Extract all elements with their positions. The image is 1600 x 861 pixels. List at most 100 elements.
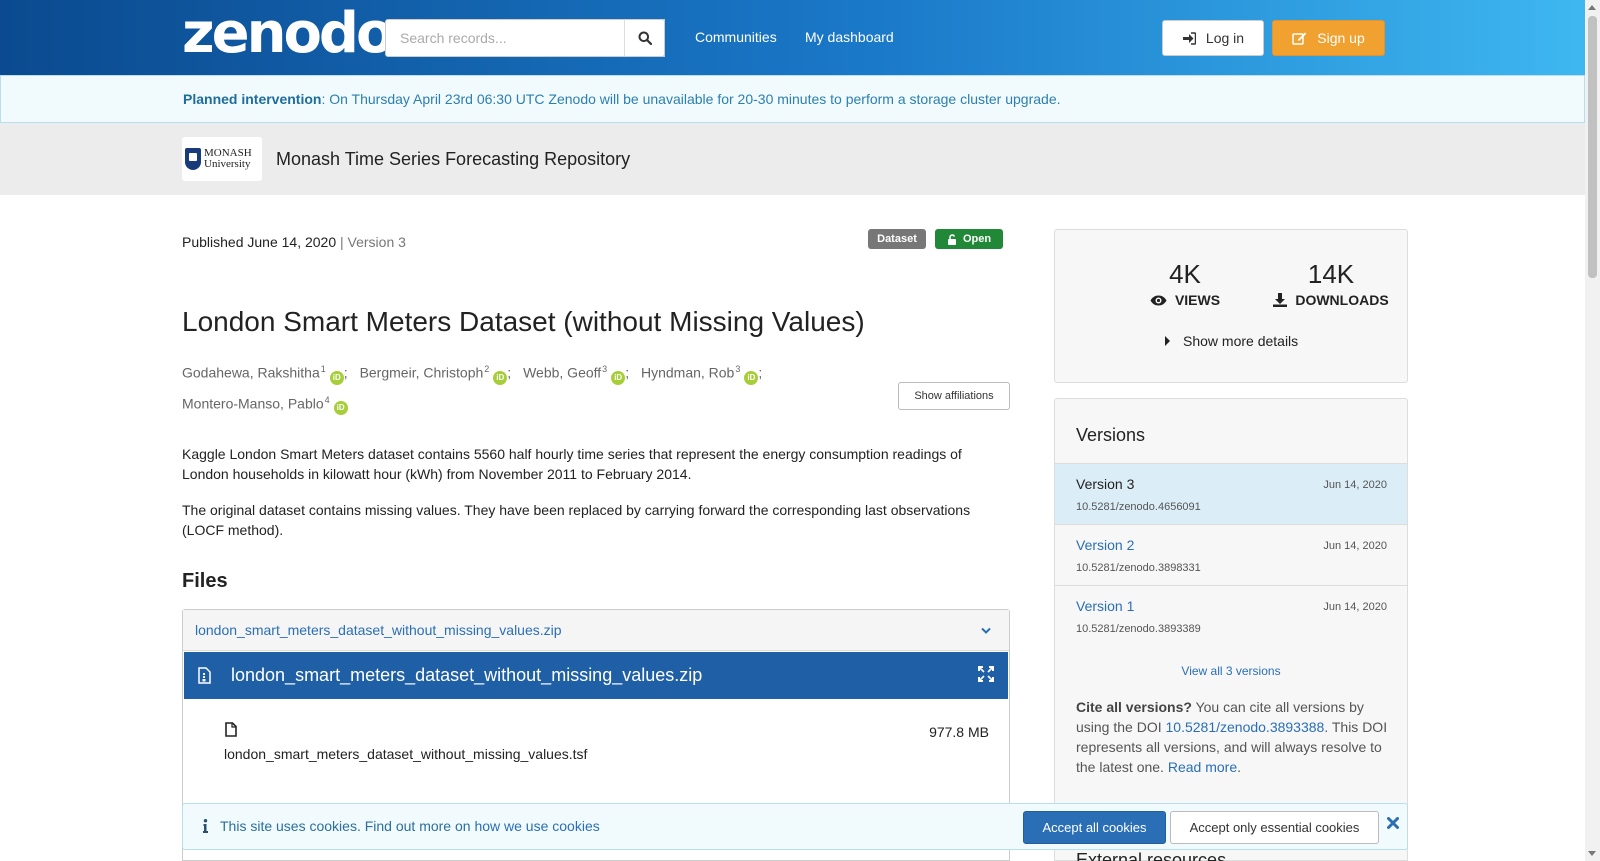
files-heading: Files <box>182 570 228 592</box>
versions-panel: Versions Version 3 Jun 14, 2020 10.5281/… <box>1054 398 1408 861</box>
version-name[interactable]: Version 1 <box>1076 598 1134 614</box>
resource-type-label: Dataset <box>877 233 917 245</box>
creator-name[interactable]: Webb, Geoff <box>523 365 601 381</box>
file-preview-header: london_smart_meters_dataset_without_miss… <box>184 652 1008 699</box>
community-title[interactable]: Monash Time Series Forecasting Repositor… <box>276 149 630 170</box>
banner-bold: Planned intervention <box>183 91 322 107</box>
external-resources-heading: External resources <box>1076 850 1227 861</box>
orcid-icon[interactable]: iD <box>329 370 344 385</box>
version-item[interactable]: Version 3 Jun 14, 2020 10.5281/zenodo.46… <box>1055 463 1407 524</box>
monash-seal-icon <box>185 148 201 170</box>
orcid-icon[interactable]: iD <box>333 401 348 416</box>
cookie-consent-bar: This site uses cookies. Find out more on… <box>182 803 1408 850</box>
files-accordion-header[interactable]: london_smart_meters_dataset_without_miss… <box>183 610 1009 651</box>
show-affiliations-button[interactable]: Show affiliations <box>898 382 1010 410</box>
banner-text: : On Thursday April 23rd 06:30 UTC Zenod… <box>321 91 1061 107</box>
creator: Bergmeir, Christoph2iD; <box>360 356 511 387</box>
close-icon[interactable] <box>1387 816 1399 834</box>
creator: Webb, Geoff3iD; <box>523 356 629 387</box>
accept-essential-cookies-button[interactable]: Accept only essential cookies <box>1170 811 1379 844</box>
archive-name: london_smart_meters_dataset_without_miss… <box>195 622 562 638</box>
version-item[interactable]: Version 2 Jun 14, 2020 10.5281/zenodo.38… <box>1055 524 1407 585</box>
cite-text: . <box>1237 759 1241 775</box>
description-paragraph: Kaggle London Smart Meters dataset conta… <box>182 446 962 482</box>
creator-name[interactable]: Hyndman, Rob <box>641 365 734 381</box>
site-header: zenodo Communities My dashboard Log in S… <box>0 0 1585 75</box>
more-details-label: Show more details <box>1183 333 1299 349</box>
search-button[interactable] <box>624 19 665 57</box>
affiliation-number: 4 <box>324 394 330 405</box>
views-stat: 4K VIEWS <box>1110 260 1260 308</box>
stats-panel: 4K VIEWS 14K DOWNLOADS Show more details <box>1054 229 1408 383</box>
community-logo-text: MONASH University <box>204 148 252 170</box>
view-all-versions-link[interactable]: View all 3 versions <box>1055 664 1407 678</box>
creator-name[interactable]: Bergmeir, Christoph <box>360 365 484 381</box>
scrollbar-thumb[interactable] <box>1588 16 1597 278</box>
version-item[interactable]: Version 1 Jun 14, 2020 10.5281/zenodo.38… <box>1055 585 1407 646</box>
archive-file-icon <box>198 667 211 684</box>
login-button[interactable]: Log in <box>1162 20 1264 56</box>
unlock-icon <box>947 233 956 245</box>
file-size: 977.8 MB <box>929 724 989 740</box>
resource-type-badge: Dataset <box>868 229 926 249</box>
scroll-up-arrow-icon[interactable] <box>1588 5 1596 10</box>
read-more-link[interactable]: Read more <box>1168 759 1237 775</box>
versions-heading: Versions <box>1076 425 1146 445</box>
scroll-down-arrow-icon[interactable] <box>1588 851 1596 856</box>
version-date: Jun 14, 2020 <box>1323 601 1387 613</box>
access-badge: Open <box>935 229 1003 249</box>
record-version: Version 3 <box>347 234 406 250</box>
zenodo-logo[interactable]: zenodo <box>182 6 394 62</box>
published-date: Published June 14, 2020 <box>182 234 337 250</box>
accept-all-cookies-button[interactable]: Accept all cookies <box>1023 811 1166 844</box>
views-count: 4K <box>1169 259 1201 289</box>
eye-icon <box>1150 295 1167 305</box>
views-label: VIEWS <box>1174 292 1221 308</box>
concept-doi-link[interactable]: 10.5281/zenodo.3893388 <box>1166 719 1325 735</box>
chevron-down-icon <box>981 610 991 650</box>
cite-all-bold: Cite all versions? <box>1076 699 1192 715</box>
publication-info: Published June 14, 2020 | Version 3 <box>182 234 406 250</box>
version-doi: 10.5281/zenodo.3898331 <box>1076 562 1201 574</box>
downloads-stat: 14K DOWNLOADS <box>1256 260 1406 308</box>
search-input[interactable] <box>386 20 664 56</box>
version-name: Version 3 <box>1076 476 1135 492</box>
show-more-details-toggle[interactable]: Show more details <box>1165 333 1298 349</box>
download-icon <box>1273 293 1288 307</box>
orcid-icon[interactable]: iD <box>493 370 508 385</box>
affiliation-number: 1 <box>320 364 326 374</box>
affiliation-number: 3 <box>735 364 741 374</box>
cookie-message: This site uses cookies. Find out more on… <box>203 818 600 834</box>
orcid-icon[interactable]: iD <box>611 370 626 385</box>
creator: Godahewa, Rakshitha1iD; <box>182 356 348 387</box>
creator: Montero-Manso, Pablo4iD <box>182 387 348 418</box>
fullscreen-icon[interactable] <box>978 666 994 687</box>
creator-name[interactable]: Montero-Manso, Pablo <box>182 395 324 411</box>
signup-button[interactable]: Sign up <box>1272 20 1385 56</box>
version-date: Jun 14, 2020 <box>1323 479 1387 491</box>
orcid-icon[interactable]: iD <box>744 370 759 385</box>
file-icon <box>225 722 237 740</box>
version-date: Jun 14, 2020 <box>1323 540 1387 552</box>
cookie-policy-link[interactable]: how we use cookies <box>474 818 599 834</box>
access-label: Open <box>962 233 992 245</box>
community-logo-line2: University <box>204 158 251 170</box>
creator-name[interactable]: Godahewa, Rakshitha <box>182 365 320 381</box>
creator: Hyndman, Rob3iD; <box>641 356 762 387</box>
maintenance-banner: Planned intervention: On Thursday April … <box>0 75 1585 123</box>
caret-right-icon <box>1165 336 1170 346</box>
creators-list: Godahewa, Rakshitha1iD; Bergmeir, Christ… <box>182 356 862 417</box>
sign-in-icon <box>1182 31 1196 45</box>
page-scrollbar[interactable] <box>1585 0 1600 861</box>
nav-communities[interactable]: Communities <box>695 29 777 45</box>
signup-label: Sign up <box>1317 30 1365 46</box>
nav-my-dashboard[interactable]: My dashboard <box>805 29 894 45</box>
version-doi: 10.5281/zenodo.4656091 <box>1076 501 1201 513</box>
file-name: london_smart_meters_dataset_without_miss… <box>224 746 588 762</box>
description-paragraph: The original dataset contains missing va… <box>182 502 971 538</box>
version-name[interactable]: Version 2 <box>1076 537 1134 553</box>
community-logo[interactable]: MONASH University <box>182 137 262 181</box>
version-doi: 10.5281/zenodo.3893389 <box>1076 623 1201 635</box>
cite-all-versions: Cite all versions? You can cite all vers… <box>1076 697 1391 777</box>
record-title: London Smart Meters Dataset (without Mis… <box>182 306 865 337</box>
